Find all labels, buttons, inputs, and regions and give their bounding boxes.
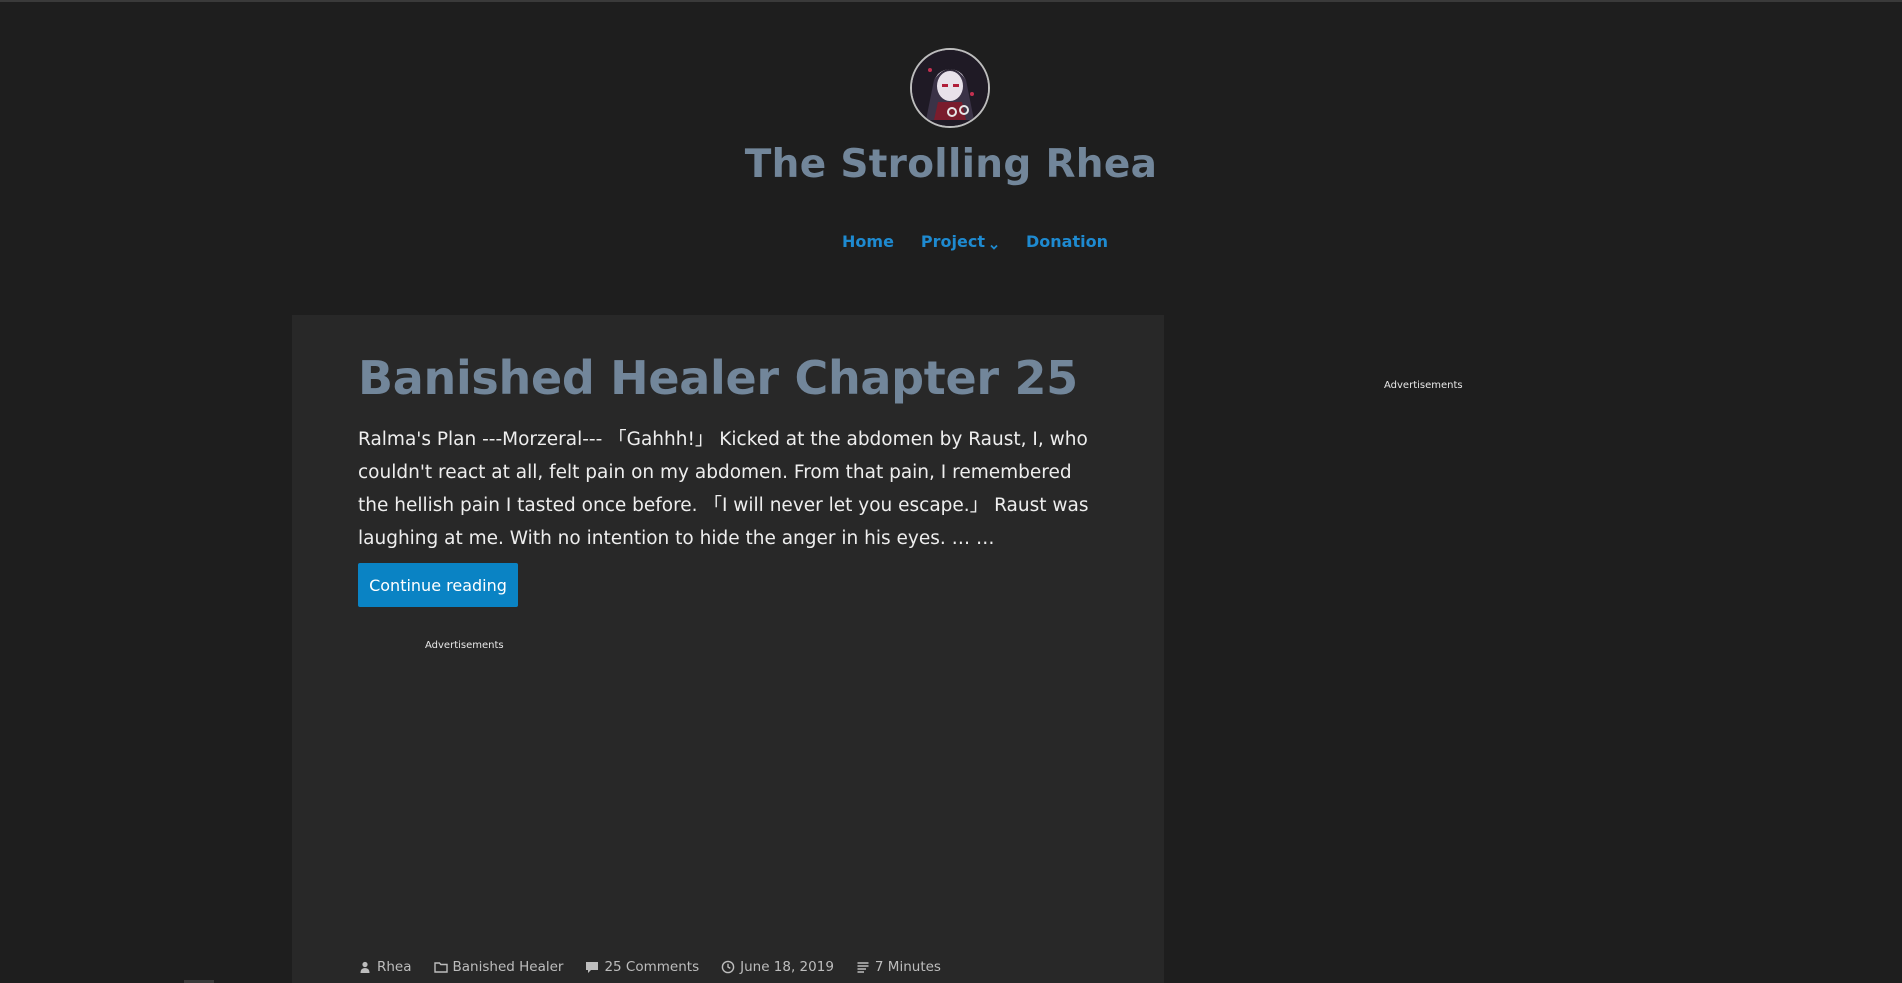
meta-author[interactable]: Rhea — [358, 959, 412, 975]
nav-item-donation[interactable]: Donation — [1026, 232, 1108, 251]
post-title[interactable]: Banished Healer Chapter 25 — [358, 351, 1118, 405]
person-icon — [358, 960, 372, 974]
nav-item-label: Project — [920, 232, 985, 251]
site-header: The Strolling Rhea Home Project Donation — [0, 0, 1902, 300]
clock-icon — [721, 960, 735, 974]
nav-item-home[interactable]: Home — [842, 232, 894, 251]
nav-item-label: Home — [842, 232, 894, 251]
meta-date-label: June 18, 2019 — [740, 959, 834, 975]
folder-icon — [433, 960, 448, 974]
nav-item-label: Donation — [1026, 232, 1108, 251]
advertisement-label: Advertisements — [425, 640, 504, 651]
continue-reading-button[interactable]: Continue reading — [358, 563, 518, 607]
post-meta: Rhea Banished Healer 25 Comments June 18… — [358, 959, 963, 975]
post-card: Banished Healer Chapter 25 Ralma's Plan … — [292, 315, 1164, 983]
meta-category-label: Banished Healer — [452, 959, 564, 975]
meta-category[interactable]: Banished Healer — [433, 959, 564, 975]
meta-date[interactable]: June 18, 2019 — [721, 959, 834, 975]
comment-icon — [585, 960, 599, 974]
meta-read-time: 7 Minutes — [856, 959, 941, 975]
meta-author-label: Rhea — [377, 959, 412, 975]
meta-comments[interactable]: 25 Comments — [585, 959, 699, 975]
chevron-down-icon — [989, 237, 999, 250]
meta-read-time-label: 7 Minutes — [874, 959, 941, 975]
site-title[interactable]: The Strolling Rhea — [0, 142, 1902, 187]
sidebar-advertisement-label: Advertisements — [1384, 380, 1463, 391]
main-nav: Home Project Donation — [0, 232, 1902, 251]
nav-item-project[interactable]: Project — [921, 232, 999, 251]
post-excerpt: Ralma's Plan ---Morzeral--- 「Gahhh!」 Kic… — [358, 429, 1089, 549]
text-lines-icon — [856, 960, 870, 974]
meta-comments-label: 25 Comments — [604, 959, 700, 975]
avatar-image-icon — [912, 50, 988, 126]
site-logo[interactable] — [910, 48, 990, 128]
